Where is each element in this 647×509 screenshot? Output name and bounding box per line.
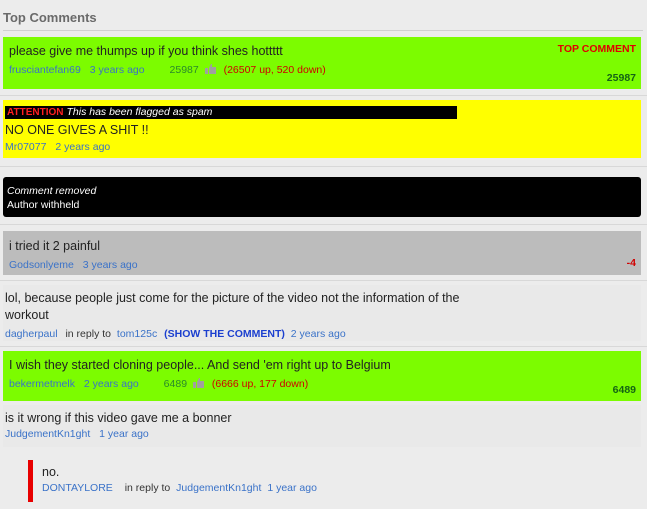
comment-meta: Mr07077 2 years ago [5,140,639,154]
comment-score: 25987 [169,64,199,76]
comment-time-link[interactable]: 3 years ago [90,64,145,76]
comment-reply: no. DONTAYLORE in reply to JudgementKn1g… [28,460,638,502]
removed-notice: Comment removed [7,185,97,197]
reply-to-user-link[interactable]: JudgementKn1ght [176,482,261,494]
comment-score-badge: 25987 [606,72,636,84]
comment-meta: Godsonlyeme 3 years ago [9,258,635,272]
spam-flag-text: This has been flagged as spam [66,106,213,118]
section-title: Top Comments [3,10,643,31]
comment-author-link[interactable]: JudgementKn1ght [5,428,90,440]
comment-time-link[interactable]: 2 years ago [55,141,110,153]
comment-text: is it wrong if this video gave me a bonn… [5,411,232,425]
comment-low-score: i tried it 2 painful Godsonlyeme 3 years… [3,231,641,275]
comment-flagged-spam: ATTENTION This has been flagged as spam N… [3,100,641,158]
vote-breakdown: (6666 up, 177 down) [211,378,309,390]
author-withheld-notice: Author withheld [7,199,80,211]
comment-meta: frusciantefan69 3 years ago 25987 (26507… [9,63,635,77]
attention-label: ATTENTION [7,107,64,118]
comment-time-link[interactable]: 1 year ago [267,482,317,494]
top-comment-badge: TOP COMMENT [557,43,636,55]
comment-meta: DONTAYLORE in reply to JudgementKn1ght 1… [42,481,629,495]
comment-score-badge: 6489 [612,384,636,396]
comment-text: NO ONE GIVES A SHIT !! [5,123,149,137]
comment-author-link[interactable]: frusciantefan69 [9,64,81,76]
divider [0,224,647,225]
comment-meta: dagherpaul in reply to tom125c (SHOW THE… [5,327,639,341]
comment-removed: Comment removed Author withheld [3,177,641,217]
comment-author-link[interactable]: Godsonlyeme [9,259,74,271]
comment-author-link[interactable]: Mr07077 [5,141,46,153]
thumbs-up-icon[interactable] [192,378,205,388]
reply-prefix: in reply to [65,328,111,340]
comment-author-link[interactable]: dagherpaul [5,328,58,340]
comment-time-link[interactable]: 2 years ago [84,378,139,390]
divider [0,280,647,281]
divider [0,346,647,347]
comment-text: i tried it 2 painful [9,239,101,253]
comment-time-link[interactable]: 1 year ago [99,428,149,440]
comment-top: TOP COMMENT please give me thumps up if … [3,37,641,89]
comment-top: I wish they started cloning people... An… [3,351,641,401]
comment-author-link[interactable]: DONTAYLORE [42,482,113,494]
comment-time-link[interactable]: 2 years ago [291,328,346,340]
comment-text: I wish they started cloning people... An… [9,358,391,372]
comment-text: please give me thumps up if you think sh… [9,44,283,58]
comment-score-badge: -4 [626,257,636,269]
comment-score: 6489 [163,378,188,390]
reply-to-user-link[interactable]: tom125c [117,328,157,340]
comment-item: lol, because people just come for the pi… [3,285,641,341]
comment-item: is it wrong if this video gave me a bonn… [3,405,641,447]
comment-time-link[interactable]: 3 years ago [83,259,138,271]
comment-text: no. [42,465,60,479]
show-comment-link[interactable]: (SHOW THE COMMENT) [164,328,285,340]
comment-author-link[interactable]: bekermetmelk [9,378,75,390]
spam-flag-bar: ATTENTION This has been flagged as spam [5,106,457,119]
divider [0,95,647,96]
comment-meta: bekermetmelk 2 years ago 6489 (6666 up, … [9,377,635,391]
thumbs-up-icon[interactable] [204,64,217,74]
comment-meta: JudgementKn1ght 1 year ago [5,427,639,441]
vote-breakdown: (26507 up, 520 down) [223,64,326,76]
divider [0,166,647,167]
reply-prefix: in reply to [124,482,171,494]
comment-text: lol, because people just come for the pi… [5,291,460,322]
